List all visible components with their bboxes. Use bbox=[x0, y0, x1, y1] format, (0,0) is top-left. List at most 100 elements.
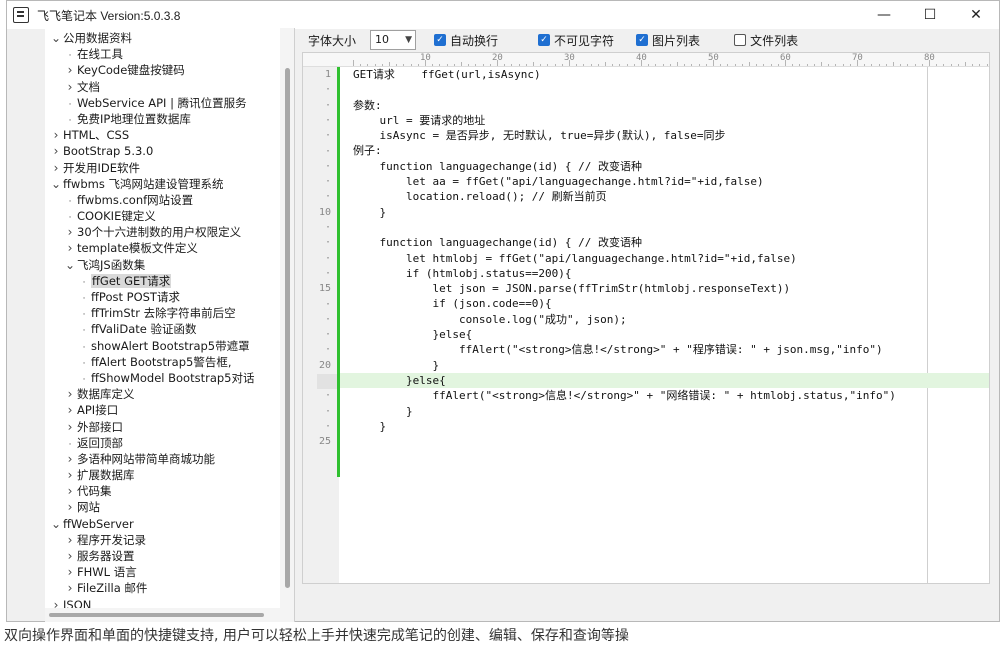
code-line[interactable]: function languagechange(id) { // 改变语种 bbox=[353, 159, 989, 174]
checkbox-box[interactable]: ✓ bbox=[636, 34, 649, 46]
code-line[interactable]: let htmlobj = ffGet("api/languagechange.… bbox=[353, 251, 989, 266]
word-wrap-checkbox[interactable]: ✓ 自动换行 bbox=[434, 32, 498, 49]
tree-item[interactable]: › FileZilla 邮件 bbox=[45, 580, 280, 596]
code-line[interactable]: } bbox=[353, 205, 989, 220]
tree-item[interactable]: ⌄ ffwbms 飞鸿网站建设管理系统 bbox=[45, 176, 280, 192]
code-line[interactable] bbox=[353, 220, 989, 235]
chevron-right-icon[interactable]: › bbox=[63, 402, 77, 418]
chevron-right-icon[interactable]: › bbox=[49, 143, 63, 159]
code-line[interactable]: isAsync = 是否异步, 无时默认, true=异步(默认), false… bbox=[353, 128, 989, 143]
chevron-right-icon[interactable]: › bbox=[63, 467, 77, 483]
tree-item[interactable]: › 多语种网站带简单商城功能 bbox=[45, 451, 280, 467]
tree-item[interactable]: · 在线工具 bbox=[45, 46, 280, 62]
code-line[interactable] bbox=[353, 82, 989, 97]
code-line[interactable]: 例子: bbox=[353, 143, 989, 158]
checkbox-box[interactable] bbox=[734, 34, 747, 46]
code-line[interactable]: ffAlert("<strong>信息!</strong>" + "网络错误: … bbox=[353, 388, 989, 403]
code-line[interactable]: let json = JSON.parse(ffTrimStr(htmlobj.… bbox=[353, 281, 989, 296]
tree-item[interactable]: · ffwbms.conf网站设置 bbox=[45, 192, 280, 208]
chevron-right-icon[interactable]: › bbox=[63, 580, 77, 596]
code-line[interactable]: if (json.code==0){ bbox=[353, 296, 989, 311]
tree-horizontal-scrollbar[interactable] bbox=[45, 608, 294, 622]
tree-item[interactable]: › 程序开发记录 bbox=[45, 532, 280, 548]
chevron-right-icon[interactable]: › bbox=[49, 127, 63, 143]
chevron-right-icon[interactable]: › bbox=[63, 451, 77, 467]
tree-vertical-scrollbar[interactable] bbox=[280, 28, 294, 608]
chevron-down-icon[interactable]: ⌄ bbox=[63, 257, 77, 273]
tree-item[interactable]: · 返回顶部 bbox=[45, 435, 280, 451]
tree-item[interactable]: · ffGet GET请求 bbox=[45, 273, 280, 289]
chevron-right-icon[interactable]: › bbox=[63, 532, 77, 548]
tree-item[interactable]: · ffAlert Bootstrap5警告框, bbox=[45, 354, 280, 370]
chevron-right-icon[interactable]: › bbox=[63, 240, 77, 256]
tree-item[interactable]: · showAlert Bootstrap5带遮罩 bbox=[45, 338, 280, 354]
tree-item[interactable]: › 服务器设置 bbox=[45, 548, 280, 564]
tree-item[interactable]: › HTML、CSS bbox=[45, 127, 280, 143]
checkbox-box[interactable]: ✓ bbox=[538, 34, 551, 46]
code-line[interactable]: 参数: bbox=[353, 98, 989, 113]
tree-item[interactable]: · 免费IP地理位置数据库 bbox=[45, 111, 280, 127]
invisible-chars-checkbox[interactable]: ✓ 不可见字符 bbox=[538, 32, 614, 49]
chevron-right-icon[interactable]: › bbox=[63, 483, 77, 499]
code-line[interactable]: }else{ bbox=[353, 327, 989, 342]
chevron-right-icon[interactable]: › bbox=[63, 386, 77, 402]
code-line[interactable]: } bbox=[353, 404, 989, 419]
tree-item[interactable]: › 扩展数据库 bbox=[45, 467, 280, 483]
tree-item[interactable]: › FHWL 语言 bbox=[45, 564, 280, 580]
tree-scroll-thumb[interactable] bbox=[285, 68, 290, 588]
tree-item[interactable]: › 30个十六进制数的用户权限定义 bbox=[45, 224, 280, 240]
code-line[interactable]: location.reload(); // 刷新当前页 bbox=[353, 189, 989, 204]
tree-item[interactable]: › 代码集 bbox=[45, 483, 280, 499]
notes-tree[interactable]: ⌄ 公用数据资料 · 在线工具 › KeyCode键盘按键码 › 文档 · WebService … bbox=[45, 30, 280, 622]
tree-item[interactable]: · ffTrimStr 去除字符串前后空 bbox=[45, 305, 280, 321]
tree-item[interactable]: ⌄ 飞鸿JS函数集 bbox=[45, 257, 280, 273]
code-editor[interactable]: 10 20 30 40 50 60 70 80 1 · · · · · · · · 10 · · · · 15 · · · · 20… bbox=[302, 52, 990, 584]
chevron-down-icon[interactable]: ⌄ bbox=[49, 176, 63, 192]
code-line[interactable]: ffAlert("<strong>信息!</strong>" + "程序错误: … bbox=[353, 342, 989, 357]
tree-item[interactable]: ⌄ ffWebServer bbox=[45, 516, 280, 532]
notes-tree-panel[interactable]: ⌄ 公用数据资料 · 在线工具 › KeyCode键盘按键码 › 文档 · WebService … bbox=[45, 28, 295, 622]
code-line[interactable]: }else{ bbox=[340, 372, 989, 389]
chevron-down-icon[interactable]: ⌄ bbox=[49, 516, 63, 532]
code-line[interactable]: } bbox=[353, 358, 989, 373]
chevron-right-icon[interactable]: › bbox=[63, 564, 77, 580]
code-line[interactable]: url = 要请求的地址 bbox=[353, 113, 989, 128]
tree-item[interactable]: › API接口 bbox=[45, 402, 280, 418]
code-line[interactable]: GET请求 ffGet(url,isAsync) bbox=[353, 67, 989, 82]
tree-item[interactable]: › 开发用IDE软件 bbox=[45, 160, 280, 176]
chevron-right-icon[interactable]: › bbox=[63, 548, 77, 564]
chevron-right-icon[interactable]: › bbox=[63, 499, 77, 515]
tree-item[interactable]: · ffValiDate 验证函数 bbox=[45, 321, 280, 337]
tree-item[interactable]: › 外部接口 bbox=[45, 419, 280, 435]
tree-item[interactable]: › 文档 bbox=[45, 79, 280, 95]
title-bar[interactable]: 飞飞笔记本 Version:5.0.3.8 — ☐ ✕ bbox=[7, 1, 999, 29]
chevron-right-icon[interactable]: › bbox=[63, 419, 77, 435]
chevron-down-icon[interactable]: ⌄ bbox=[49, 30, 63, 46]
close-button[interactable]: ✕ bbox=[953, 1, 999, 29]
code-line[interactable] bbox=[353, 434, 989, 449]
image-list-checkbox[interactable]: ✓ 图片列表 bbox=[636, 32, 700, 49]
code-area[interactable]: GET请求 ffGet(url,isAsync) 参数: url = 要请求的地址… bbox=[340, 67, 989, 449]
chevron-right-icon[interactable]: › bbox=[63, 79, 77, 95]
tree-item[interactable]: › 数据库定义 bbox=[45, 386, 280, 402]
minimize-button[interactable]: — bbox=[861, 1, 907, 29]
tree-item[interactable]: · COOKIE键定义 bbox=[45, 208, 280, 224]
tree-item[interactable]: · ffPost POST请求 bbox=[45, 289, 280, 305]
tree-hscroll-thumb[interactable] bbox=[49, 613, 264, 617]
chevron-right-icon[interactable]: › bbox=[63, 224, 77, 240]
code-line[interactable]: let aa = ffGet("api/languagechange.html?… bbox=[353, 174, 989, 189]
code-line[interactable]: } bbox=[353, 419, 989, 434]
chevron-right-icon[interactable]: › bbox=[49, 160, 63, 176]
tree-item[interactable]: › template模板文件定义 bbox=[45, 240, 280, 256]
tree-item[interactable]: › 网站 bbox=[45, 499, 280, 515]
tree-item[interactable]: › BootStrap 5.3.0 bbox=[45, 143, 280, 159]
code-line[interactable]: console.log("成功", json); bbox=[353, 312, 989, 327]
checkbox-box[interactable]: ✓ bbox=[434, 34, 447, 46]
code-line[interactable]: function languagechange(id) { // 改变语种 bbox=[353, 235, 989, 250]
file-list-checkbox[interactable]: 文件列表 bbox=[734, 32, 798, 49]
chevron-right-icon[interactable]: › bbox=[63, 62, 77, 78]
font-size-select[interactable]: 10 ▼ bbox=[370, 30, 417, 50]
tree-item[interactable]: · ffShowModel Bootstrap5对话 bbox=[45, 370, 280, 386]
code-line[interactable]: if (htmlobj.status==200){ bbox=[353, 266, 989, 281]
tree-item[interactable]: ⌄ 公用数据资料 bbox=[45, 30, 280, 46]
